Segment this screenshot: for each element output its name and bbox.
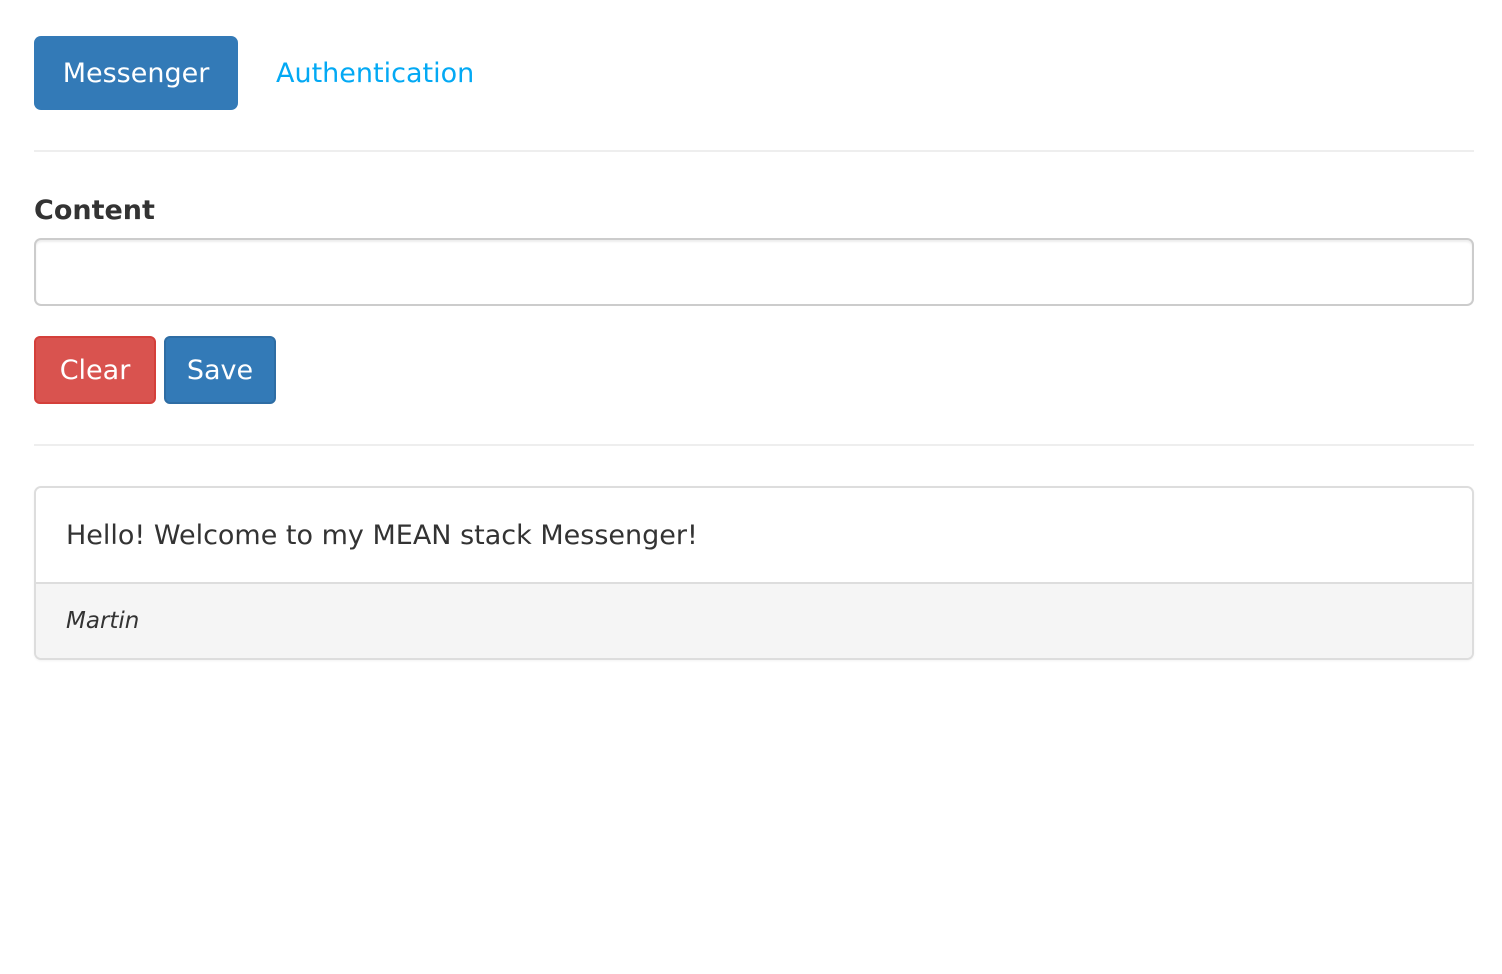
app-container: Messenger Authentication Content Clear S… [34,36,1474,660]
form-buttons: Clear Save [34,336,1474,404]
divider [34,150,1474,152]
message-author: Martin [36,582,1472,658]
message-panel: Hello! Welcome to my MEAN stack Messenge… [34,486,1474,660]
message-content: Hello! Welcome to my MEAN stack Messenge… [36,488,1472,582]
save-button[interactable]: Save [164,336,276,404]
content-input[interactable] [34,238,1474,306]
content-label: Content [34,195,155,226]
message-form: Content Clear Save [34,194,1474,404]
main-nav: Messenger Authentication [34,36,1474,110]
nav-tab-messenger[interactable]: Messenger [34,36,238,110]
divider [34,444,1474,446]
nav-tab-authentication[interactable]: Authentication [246,36,504,110]
clear-button[interactable]: Clear [34,336,156,404]
